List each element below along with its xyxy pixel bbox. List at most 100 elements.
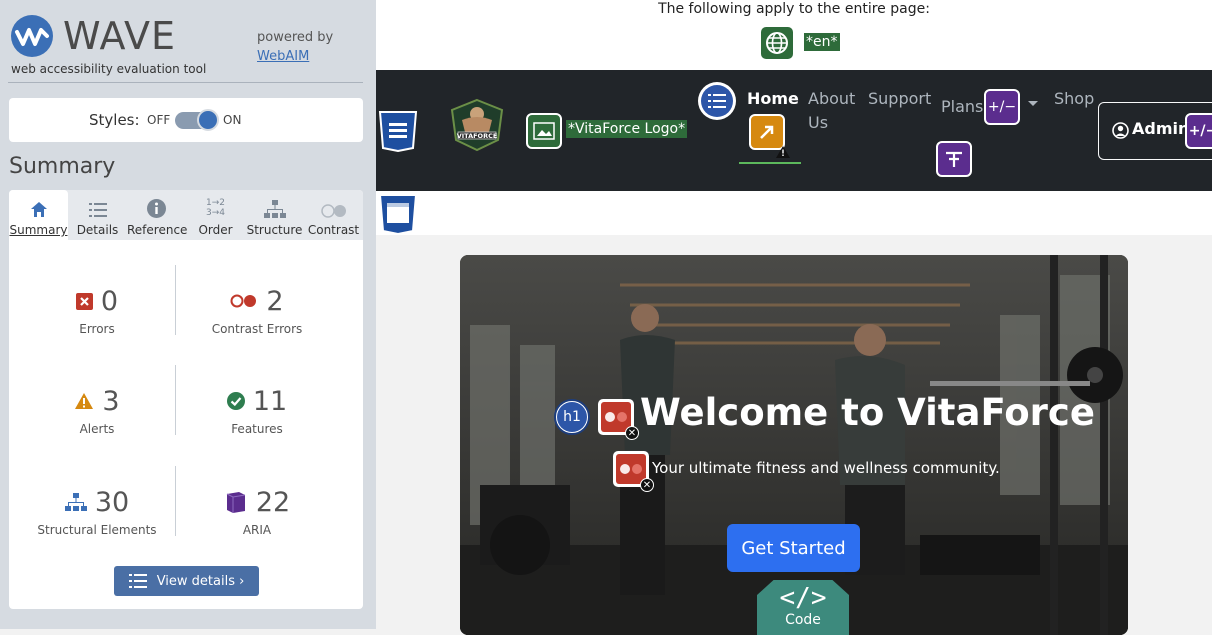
aria-icon[interactable] bbox=[936, 141, 972, 177]
aria-expanded-icon[interactable]: +/− bbox=[984, 89, 1020, 125]
site-navbar: VITAFORCE *VitaForce Logo* Home About Us… bbox=[376, 70, 1212, 191]
chevron-down-icon[interactable] bbox=[1028, 101, 1038, 106]
evaluated-page: The following apply to the entire page: … bbox=[376, 0, 1212, 635]
home-active-underline bbox=[739, 162, 801, 164]
code-badge[interactable]: </> Code bbox=[757, 580, 849, 635]
tab-reference[interactable]: Reference bbox=[127, 190, 188, 240]
vitaforce-logo[interactable]: VITAFORCE bbox=[446, 96, 508, 152]
tab-label: Order bbox=[198, 223, 233, 237]
info-icon bbox=[127, 190, 186, 218]
tab-label: Details bbox=[76, 223, 119, 237]
sidebar-divider bbox=[8, 82, 363, 83]
list-icon bbox=[68, 190, 127, 218]
powered-by: powered by WebAIM bbox=[257, 28, 333, 66]
contrast-errors-label: Contrast Errors bbox=[211, 322, 303, 336]
heading-h1-icon[interactable]: h1 bbox=[554, 399, 590, 435]
logo-alt-tag: *VitaForce Logo* bbox=[566, 120, 688, 138]
structural-count: 30 bbox=[94, 486, 130, 518]
contrast-errors-count: 2 bbox=[266, 285, 284, 317]
aria-tag-text: +/− bbox=[987, 99, 1017, 115]
applies-text: The following apply to the entire page: bbox=[658, 1, 930, 17]
wave-subtitle: web accessibility evaluation tool bbox=[11, 62, 207, 76]
close-icon: ✕ bbox=[640, 478, 654, 492]
view-details-label: View details › bbox=[156, 573, 245, 589]
stat-aria[interactable]: 22 ARIA bbox=[174, 485, 340, 537]
hero-subtitle: Your ultimate fitness and wellness commu… bbox=[652, 459, 1000, 477]
get-started-button[interactable]: Get Started bbox=[727, 524, 860, 572]
tab-contrast[interactable]: Contrast bbox=[304, 190, 363, 240]
stat-contrast-errors[interactable]: 2 Contrast Errors bbox=[174, 284, 340, 337]
page-level-annotations: The following apply to the entire page: … bbox=[376, 0, 1212, 70]
tab-label: Reference bbox=[127, 223, 188, 237]
aria-cube-icon bbox=[226, 492, 245, 513]
close-icon: ✕ bbox=[625, 426, 639, 440]
structural-label: Structural Elements bbox=[37, 523, 157, 537]
styles-on-label: ON bbox=[223, 113, 242, 127]
list-icon bbox=[128, 574, 147, 588]
stat-alerts[interactable]: 3 Alerts bbox=[14, 384, 180, 436]
toggle-knob[interactable] bbox=[197, 109, 219, 131]
tab-label: Contrast bbox=[307, 223, 360, 237]
admin-button[interactable]: Admin +/− bbox=[1098, 102, 1212, 160]
feature-check-icon bbox=[226, 392, 245, 410]
language-globe-icon[interactable] bbox=[761, 27, 793, 59]
aria-tag-text: +/− bbox=[1188, 123, 1212, 139]
home-icon bbox=[9, 190, 68, 218]
contrast-error-icon[interactable]: ✕ bbox=[613, 451, 654, 492]
structure-icon bbox=[245, 190, 304, 218]
nav-home[interactable]: Home bbox=[747, 87, 799, 111]
alert-icon bbox=[75, 393, 94, 409]
stat-structural[interactable]: 30 Structural Elements bbox=[14, 485, 180, 538]
error-icon bbox=[75, 292, 93, 310]
contrast-error-icon bbox=[230, 294, 257, 308]
image-alt-icon[interactable] bbox=[526, 113, 562, 149]
styles-toggle[interactable] bbox=[175, 109, 219, 131]
order-icon: 1→2 3→4 bbox=[206, 198, 225, 218]
redundant-link-alert-icon[interactable] bbox=[749, 114, 790, 158]
hero-title: Welcome to VitaForce bbox=[640, 391, 1095, 434]
alerts-count: 3 bbox=[102, 385, 120, 417]
stat-features[interactable]: 11 Features bbox=[174, 384, 340, 436]
admin-label: Admin bbox=[1132, 119, 1190, 138]
gym-background-image bbox=[460, 255, 1128, 635]
h1-tag-text: h1 bbox=[557, 402, 587, 432]
hero-section: h1 ✕ Welcome to VitaForce ✕ Your ultimat… bbox=[460, 255, 1128, 635]
nav-shop[interactable]: Shop bbox=[1054, 87, 1094, 111]
contrast-error-icon[interactable]: ✕ bbox=[598, 399, 639, 440]
alerts-label: Alerts bbox=[79, 422, 115, 436]
features-count: 11 bbox=[252, 385, 288, 417]
webaim-link[interactable]: WebAIM bbox=[257, 47, 333, 66]
styles-off-label: OFF bbox=[147, 113, 171, 127]
wave-logo-icon bbox=[11, 15, 53, 57]
tab-label: Structure bbox=[246, 223, 303, 237]
nav-about[interactable]: About Us bbox=[808, 87, 858, 135]
features-label: Features bbox=[231, 422, 283, 436]
nav-plans[interactable]: Plans bbox=[941, 95, 983, 119]
wave-title: WAVE bbox=[63, 14, 177, 58]
code-icon: </> bbox=[779, 583, 827, 613]
css-icon[interactable] bbox=[378, 193, 418, 235]
tab-structure[interactable]: Structure bbox=[245, 190, 304, 240]
nav-support[interactable]: Support bbox=[868, 87, 931, 111]
errors-label: Errors bbox=[79, 322, 115, 336]
tab-label: Summary bbox=[9, 223, 68, 237]
user-circle-icon bbox=[1112, 122, 1129, 139]
language-tag: *en* bbox=[804, 33, 840, 51]
below-nav-strip bbox=[376, 191, 1212, 235]
wave-sidebar: WAVE web accessibility evaluation tool p… bbox=[0, 0, 376, 629]
tab-summary[interactable]: Summary bbox=[9, 190, 68, 240]
contrast-icon bbox=[304, 190, 363, 218]
svg-text:VITAFORCE: VITAFORCE bbox=[457, 132, 498, 140]
nav-list-icon[interactable] bbox=[698, 82, 736, 120]
css-list-icon[interactable] bbox=[378, 110, 418, 152]
tab-bar: Summary Details Reference 1→23→4 Order bbox=[9, 190, 363, 240]
view-details-button[interactable]: View details › bbox=[114, 566, 259, 596]
tab-details[interactable]: Details bbox=[68, 190, 127, 240]
stat-errors[interactable]: 0 Errors bbox=[14, 284, 180, 336]
aria-label: ARIA bbox=[242, 523, 272, 537]
summary-panel: Summary Details Reference 1→23→4 Order bbox=[9, 190, 363, 609]
structure-icon bbox=[64, 493, 87, 511]
aria-expanded-icon[interactable]: +/− bbox=[1185, 113, 1212, 149]
tab-order[interactable]: 1→2 3→4 Order bbox=[186, 190, 245, 240]
alert-small-icon bbox=[776, 143, 790, 158]
